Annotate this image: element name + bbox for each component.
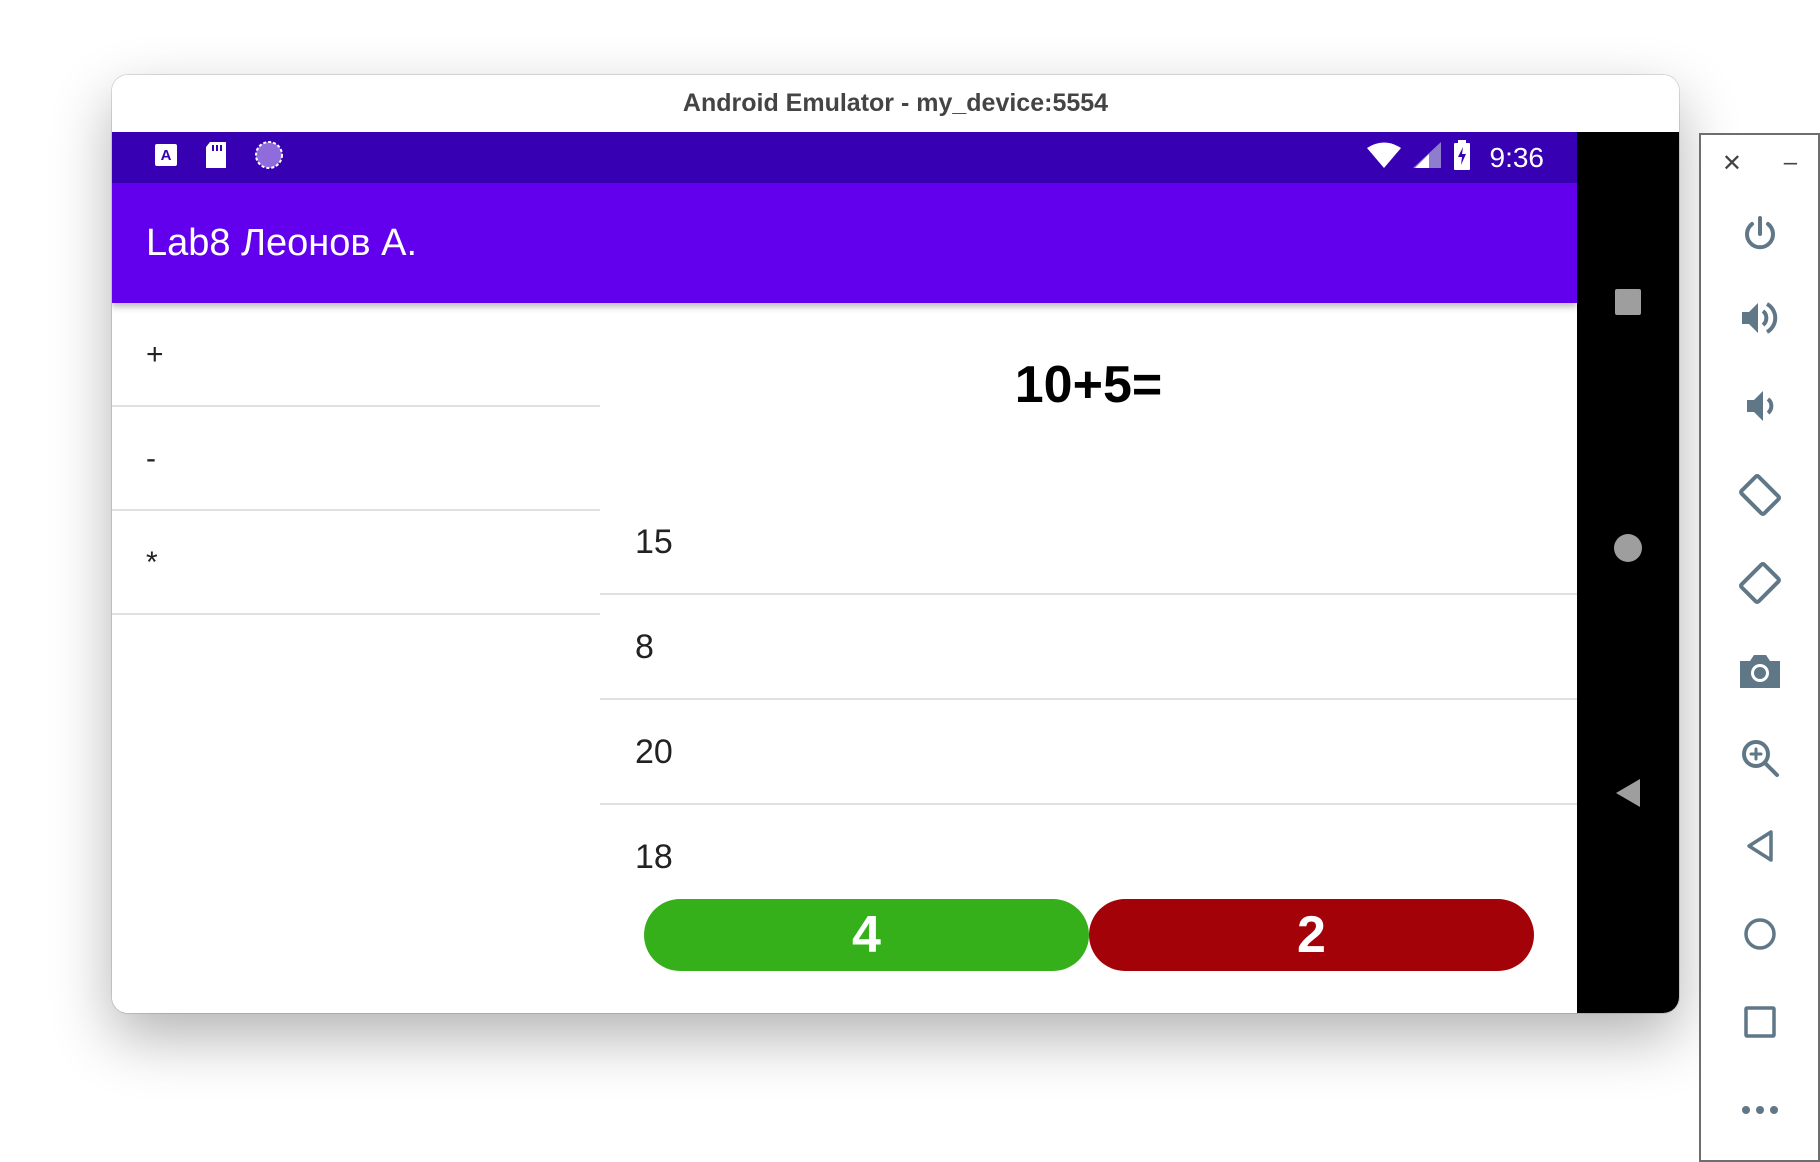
back-icon[interactable]: [1577, 778, 1679, 808]
emulator-window: Android Emulator - my_device:5554 A 9:36…: [112, 75, 1679, 1013]
close-icon[interactable]: ✕: [1722, 149, 1742, 178]
answer-item[interactable]: 20: [600, 700, 1577, 805]
answer-item[interactable]: 8: [600, 595, 1577, 700]
camera-icon[interactable]: [1701, 641, 1818, 701]
operation-item-plus[interactable]: +: [112, 303, 600, 407]
status-time: 9:36: [1489, 141, 1545, 173]
zoom-icon[interactable]: [1701, 728, 1818, 788]
app-content: + - * 10+5= 15 8 20 18 4 2: [112, 303, 1577, 1013]
minimize-icon[interactable]: –: [1784, 149, 1797, 178]
sd-card-icon: [204, 141, 228, 174]
overview-icon[interactable]: [1701, 992, 1818, 1052]
window-titlebar: Android Emulator - my_device:5554: [112, 75, 1679, 132]
loading-spinner-icon: [254, 140, 284, 175]
wrong-count-badge: 2: [1089, 899, 1534, 971]
answer-item[interactable]: 15: [600, 490, 1577, 595]
signal-icon: [1412, 141, 1442, 174]
power-icon[interactable]: [1701, 204, 1818, 264]
rotate-left-icon[interactable]: [1701, 465, 1818, 525]
window-title: Android Emulator - my_device:5554: [682, 89, 1109, 117]
emulator-tool-panel: ✕ –: [1699, 133, 1820, 1162]
answers-list: 15 8 20 18: [600, 490, 1577, 910]
back-icon[interactable]: [1701, 816, 1818, 876]
operation-item-minus[interactable]: -: [112, 407, 600, 511]
more-icon[interactable]: [1701, 1080, 1818, 1140]
operation-item-multiply[interactable]: *: [112, 511, 600, 615]
home-icon[interactable]: [1701, 904, 1818, 964]
battery-charging-icon: [1452, 140, 1472, 175]
navigation-bar: [1577, 132, 1679, 1013]
device-screen: A 9:36 Lab8 Леонов А. + - * 10+5= 15 8 2…: [112, 132, 1679, 1013]
volume-down-icon[interactable]: [1701, 376, 1818, 436]
answer-item[interactable]: 18: [600, 805, 1577, 910]
app-notification-icon: A: [154, 143, 178, 172]
svg-text:A: A: [161, 147, 172, 164]
question-text: 10+5=: [1014, 356, 1163, 414]
wifi-icon: [1366, 141, 1402, 174]
status-bar: A 9:36: [112, 132, 1577, 183]
volume-up-icon[interactable]: [1701, 288, 1818, 348]
app-bar: Lab8 Леонов А.: [112, 183, 1577, 303]
rotate-right-icon[interactable]: [1701, 553, 1818, 613]
recents-icon[interactable]: [1577, 288, 1679, 316]
correct-count-badge: 4: [644, 899, 1089, 971]
operations-list: + - *: [112, 303, 600, 615]
app-title: Lab8 Леонов А.: [146, 222, 418, 264]
home-icon[interactable]: [1577, 533, 1679, 563]
